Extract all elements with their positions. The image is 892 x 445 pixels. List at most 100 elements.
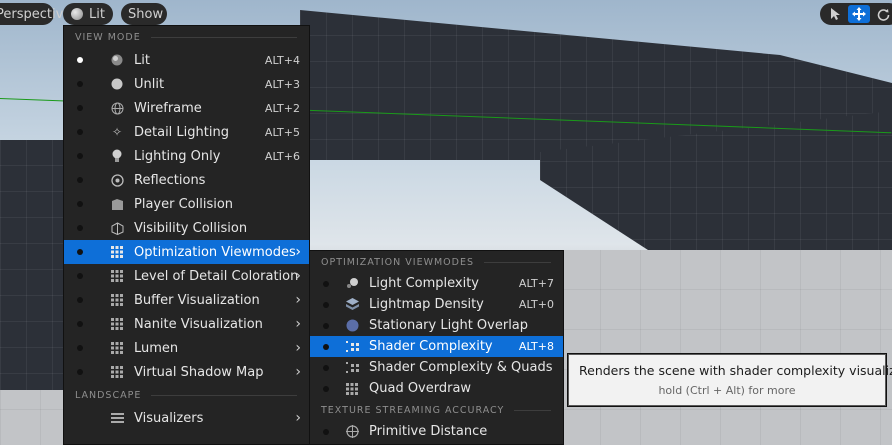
menu-item-visibility-collision[interactable]: Visibility Collision [64,216,309,240]
wireframe-icon [110,101,124,115]
shader-complexity-icon [345,340,359,354]
radio-dot [77,57,83,63]
chevron-right-icon: › [295,316,301,332]
menu-item-lod-coloration[interactable]: Level of Detail Coloration › [64,264,309,288]
select-arrow-icon[interactable] [824,5,846,23]
tooltip: Renders the scene with shader complexity… [567,353,892,407]
menu-item-player-collision[interactable]: Player Collision [64,192,309,216]
submenu-item-shader-complexity-quads[interactable]: Shader Complexity & Quads [310,357,563,378]
menu-item-label: Level of Detail Coloration [134,268,299,284]
move-icon[interactable] [848,5,870,23]
quad-overdraw-icon [345,382,359,396]
light-complexity-icon [345,277,359,291]
menu-item-label: Lighting Only [134,148,221,164]
shortcut-label: ALT+2 [264,101,300,115]
submenu-item-shader-complexity[interactable]: Shader Complexity ALT+8 [310,336,563,357]
menu-item-label: Primitive Distance [369,424,488,439]
optimization-viewmodes-submenu: OPTIMIZATION VIEWMODES Light Complexity … [309,250,564,445]
grid-icon [110,293,124,307]
submenu-item-stationary-light-overlap[interactable]: Stationary Light Overlap [310,315,563,336]
shortcut-label: ALT+7 [518,277,554,290]
menu-item-lighting-only[interactable]: Lighting Only ALT+6 [64,144,309,168]
radio-dot [323,343,329,350]
menu-item-label: Stationary Light Overlap [369,318,529,333]
radio-dot [77,297,83,303]
lit-sphere-icon [110,53,124,67]
menu-item-label: Virtual Shadow Map [134,364,264,380]
menu-item-unlit[interactable]: Unlit ALT+3 [64,72,309,96]
perspective-button[interactable]: Perspective [0,3,71,25]
view-mode-button[interactable]: Lit [63,3,113,25]
tooltip-title: Renders the scene with shader complexity… [579,363,892,378]
menu-item-label: Visibility Collision [134,220,248,236]
chevron-right-icon: › [295,410,301,426]
submenu-item-light-complexity[interactable]: Light Complexity ALT+7 [310,273,563,294]
view-mode-header: VIEW MODE [64,26,309,48]
shortcut-label: ALT+3 [264,77,300,91]
landscape-header: LANDSCAPE [64,384,309,406]
player-collision-icon [110,197,124,211]
menu-item-lit[interactable]: Lit ALT+4 [64,48,309,72]
radio-dot [323,364,329,371]
menu-item-reflections[interactable]: Reflections [64,168,309,192]
menu-item-label: Quad Overdraw [369,381,472,396]
radio-dot [323,385,329,392]
radio-dot [77,369,83,375]
shortcut-label: ALT+4 [264,53,300,67]
shortcut-label: ALT+8 [518,340,554,353]
submenu-item-primitive-distance[interactable]: Primitive Distance [310,421,563,442]
shortcut-label: ALT+5 [264,125,300,139]
visualizers-icon [110,411,124,425]
radio-dot [77,249,83,255]
radio-dot [323,428,329,435]
grid-icon [110,365,124,379]
menu-item-wireframe[interactable]: Wireframe ALT+2 [64,96,309,120]
radio-dot [77,129,83,135]
menu-item-label: Optimization Viewmodes [134,244,296,260]
perspective-label: Perspective [0,6,72,22]
show-label: Show [128,6,164,22]
menu-item-optimization-viewmodes[interactable]: Optimization Viewmodes › [64,240,309,264]
radio-dot [77,105,83,111]
menu-item-label: Shader Complexity [369,339,493,354]
reflections-icon [110,173,124,187]
menu-item-label: Nanite Visualization [134,316,263,332]
visibility-collision-icon [110,221,124,235]
detail-lighting-icon: ✧ [111,125,123,139]
menu-item-label: Lumen [134,340,179,356]
menu-item-label: Shader Complexity & Quads [369,360,553,375]
radio-dot [323,280,329,287]
stationary-light-icon [345,319,359,333]
submenu-item-lightmap-density[interactable]: Lightmap Density ALT+0 [310,294,563,315]
menu-item-label: Detail Lighting [134,124,229,140]
crosshair-icon [345,425,359,439]
menu-item-label: Player Collision [134,196,234,212]
radio-dot [77,273,83,279]
radio-dot [77,153,83,159]
radio-dot [77,201,83,207]
submenu-item-quad-overdraw[interactable]: Quad Overdraw [310,378,563,399]
menu-item-virtual-shadow-map[interactable]: Virtual Shadow Map › [64,360,309,384]
radio-dot [323,322,329,329]
radio-dot [77,345,83,351]
radio-dot [77,177,83,183]
bulb-icon [110,149,124,163]
menu-item-buffer-visualization[interactable]: Buffer Visualization › [64,288,309,312]
texture-streaming-header: TEXTURE STREAMING ACCURACY [310,399,563,421]
menu-item-label: Reflections [134,172,206,188]
show-button[interactable]: Show [121,3,167,25]
menu-item-label: Light Complexity [369,276,479,291]
menu-item-label: Wireframe [134,100,202,116]
menu-item-lumen[interactable]: Lumen › [64,336,309,360]
menu-item-visualizers[interactable]: Visualizers › [64,406,309,430]
grid-icon [110,341,124,355]
lightmap-density-icon [345,298,359,312]
menu-item-detail-lighting[interactable]: ✧ Detail Lighting ALT+5 [64,120,309,144]
rotate-icon[interactable] [872,5,892,23]
radio-dot [77,81,83,87]
menu-item-nanite-visualization[interactable]: Nanite Visualization › [64,312,309,336]
chevron-right-icon: › [295,268,301,284]
lit-sphere-icon [71,8,83,20]
chevron-right-icon: › [295,244,301,260]
view-mode-menu: VIEW MODE Lit ALT+4 Unlit ALT+3 Wirefram… [63,25,310,445]
